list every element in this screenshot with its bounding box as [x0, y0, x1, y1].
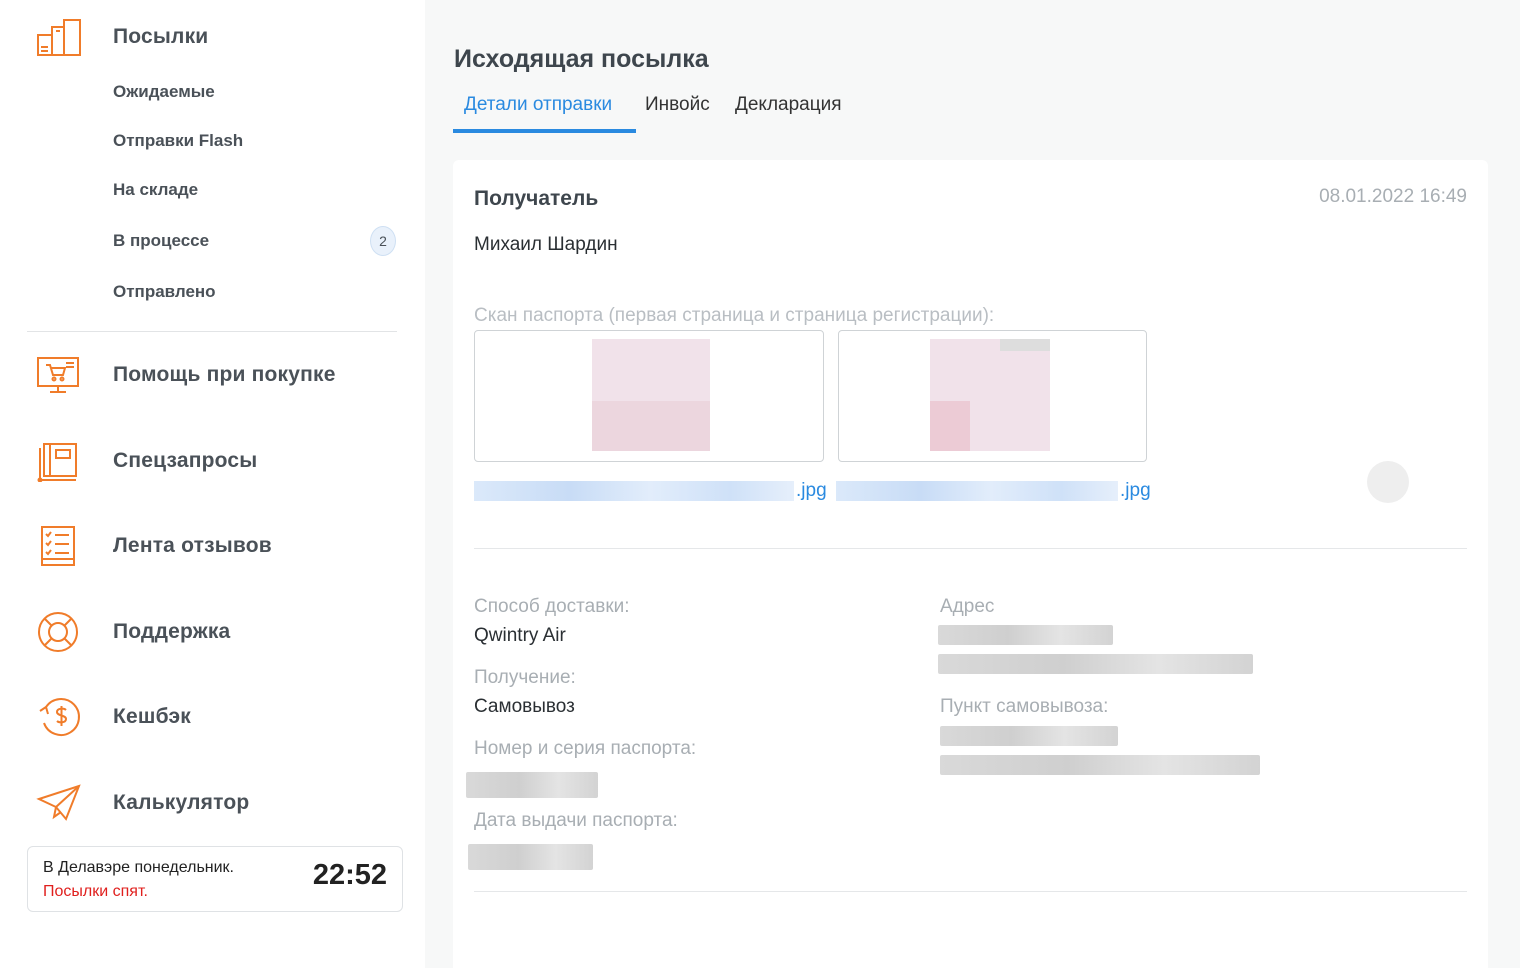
tab-declaration[interactable]: Декларация	[735, 92, 842, 118]
sidebar-subitem-label: Ожидаемые	[113, 82, 215, 101]
sidebar-item-reviews[interactable]: Лента отзывов	[36, 522, 406, 570]
receipt-label: Получение:	[474, 667, 576, 688]
sidebar-divider	[27, 331, 397, 332]
sidebar-item-label: Помощь при покупке	[113, 363, 336, 386]
redacted-passport-number	[466, 772, 598, 798]
monitor-cart-icon	[36, 351, 88, 399]
checklist-icon	[36, 522, 88, 570]
sidebar-subitem-label: В процессе	[113, 231, 210, 250]
redacted-address	[938, 654, 1253, 674]
lifebuoy-icon	[36, 608, 88, 656]
tab-invoice[interactable]: Инвойс	[645, 92, 710, 118]
cashback-icon	[36, 693, 88, 741]
address-label: Адрес	[940, 596, 995, 617]
clock-time: 22:52	[312, 859, 387, 891]
delivery-method-value: Qwintry Air	[474, 625, 566, 646]
pickup-point-label: Пункт самовывоза:	[940, 696, 1109, 717]
passport-scan-label: Скан паспорта (первая страница и страниц…	[474, 305, 995, 326]
sidebar-item-purchase-help[interactable]: Помощь при покупке	[36, 351, 406, 399]
passport-file-link[interactable]: .jpg	[836, 478, 1151, 504]
created-datetime: 08.01.2022 16:49	[1319, 186, 1467, 207]
blurred-image	[930, 339, 1050, 451]
blurred-image	[592, 339, 710, 451]
sidebar-subitem-warehouse[interactable]: На складе	[113, 178, 403, 202]
sidebar-item-calculator[interactable]: Калькулятор	[36, 779, 406, 827]
redacted-address	[938, 625, 1113, 645]
sidebar-subitem-label: На складе	[113, 180, 199, 199]
active-tab-indicator	[453, 129, 636, 133]
receipt-value: Самовывоз	[474, 696, 575, 717]
recipient-heading: Получатель	[474, 187, 599, 210]
file-extension: .jpg	[796, 480, 827, 501]
delaware-clock-widget: В Делавэре понедельник. Посылки спят. 22…	[27, 846, 403, 912]
passport-date-label: Дата выдачи паспорта:	[474, 810, 678, 831]
sidebar-item-label: Кешбэк	[113, 705, 192, 728]
redacted-pickup-point	[940, 755, 1260, 775]
paper-plane-icon	[36, 779, 88, 827]
sidebar-subitem-label: Отправлено	[113, 282, 216, 301]
parcels-icon	[36, 13, 88, 61]
recipient-name: Михаил Шардин	[474, 234, 618, 255]
sidebar-item-label: Калькулятор	[113, 791, 250, 814]
sidebar-item-label: Лента отзывов	[113, 534, 272, 557]
sidebar-item-special-requests[interactable]: Спецзапросы	[36, 437, 406, 485]
blurred-filename	[836, 481, 1118, 501]
sidebar: Посылки Ожидаемые Отправки Flash На скла…	[0, 0, 425, 968]
loading-spinner	[1367, 461, 1409, 503]
shipment-details-card: Получатель 08.01.2022 16:49 Михаил Шарди…	[453, 160, 1488, 968]
sidebar-subitem-sent[interactable]: Отправлено	[113, 280, 403, 304]
section-divider	[474, 891, 1467, 892]
clock-status-text: Посылки спят.	[43, 883, 148, 900]
sidebar-item-label: Поддержка	[113, 620, 231, 643]
passport-scan-thumbnail[interactable]	[474, 330, 824, 462]
sidebar-item-label: Посылки	[113, 25, 209, 48]
sidebar-subitem-label: Отправки Flash	[113, 131, 244, 150]
sidebar-item-support[interactable]: Поддержка	[36, 608, 406, 656]
count-badge: 2	[370, 226, 396, 256]
redacted-passport-date	[468, 844, 593, 870]
sidebar-subitem-expected[interactable]: Ожидаемые	[113, 80, 403, 104]
sidebar-item-parcels[interactable]: Посылки	[36, 13, 406, 61]
section-divider	[474, 548, 1467, 549]
sidebar-subitem-in-progress[interactable]: В процессе 2	[113, 226, 403, 256]
notebook-icon	[36, 437, 88, 485]
sidebar-item-cashback[interactable]: Кешбэк	[36, 693, 406, 741]
passport-scan-thumbnail[interactable]	[838, 330, 1147, 462]
sidebar-subitem-flash[interactable]: Отправки Flash	[113, 129, 403, 153]
delivery-method-label: Способ доставки:	[474, 596, 630, 617]
redacted-pickup-point	[940, 726, 1118, 746]
blurred-filename	[474, 481, 794, 501]
page-title: Исходящая посылка	[454, 45, 709, 73]
passport-number-label: Номер и серия паспорта:	[474, 738, 697, 759]
file-extension: .jpg	[1120, 480, 1151, 501]
sidebar-item-label: Спецзапросы	[113, 449, 258, 472]
clock-day-text: В Делавэре понедельник.	[43, 859, 234, 876]
tab-shipping-details[interactable]: Детали отправки	[464, 92, 612, 118]
passport-file-link[interactable]: .jpg	[474, 478, 827, 504]
